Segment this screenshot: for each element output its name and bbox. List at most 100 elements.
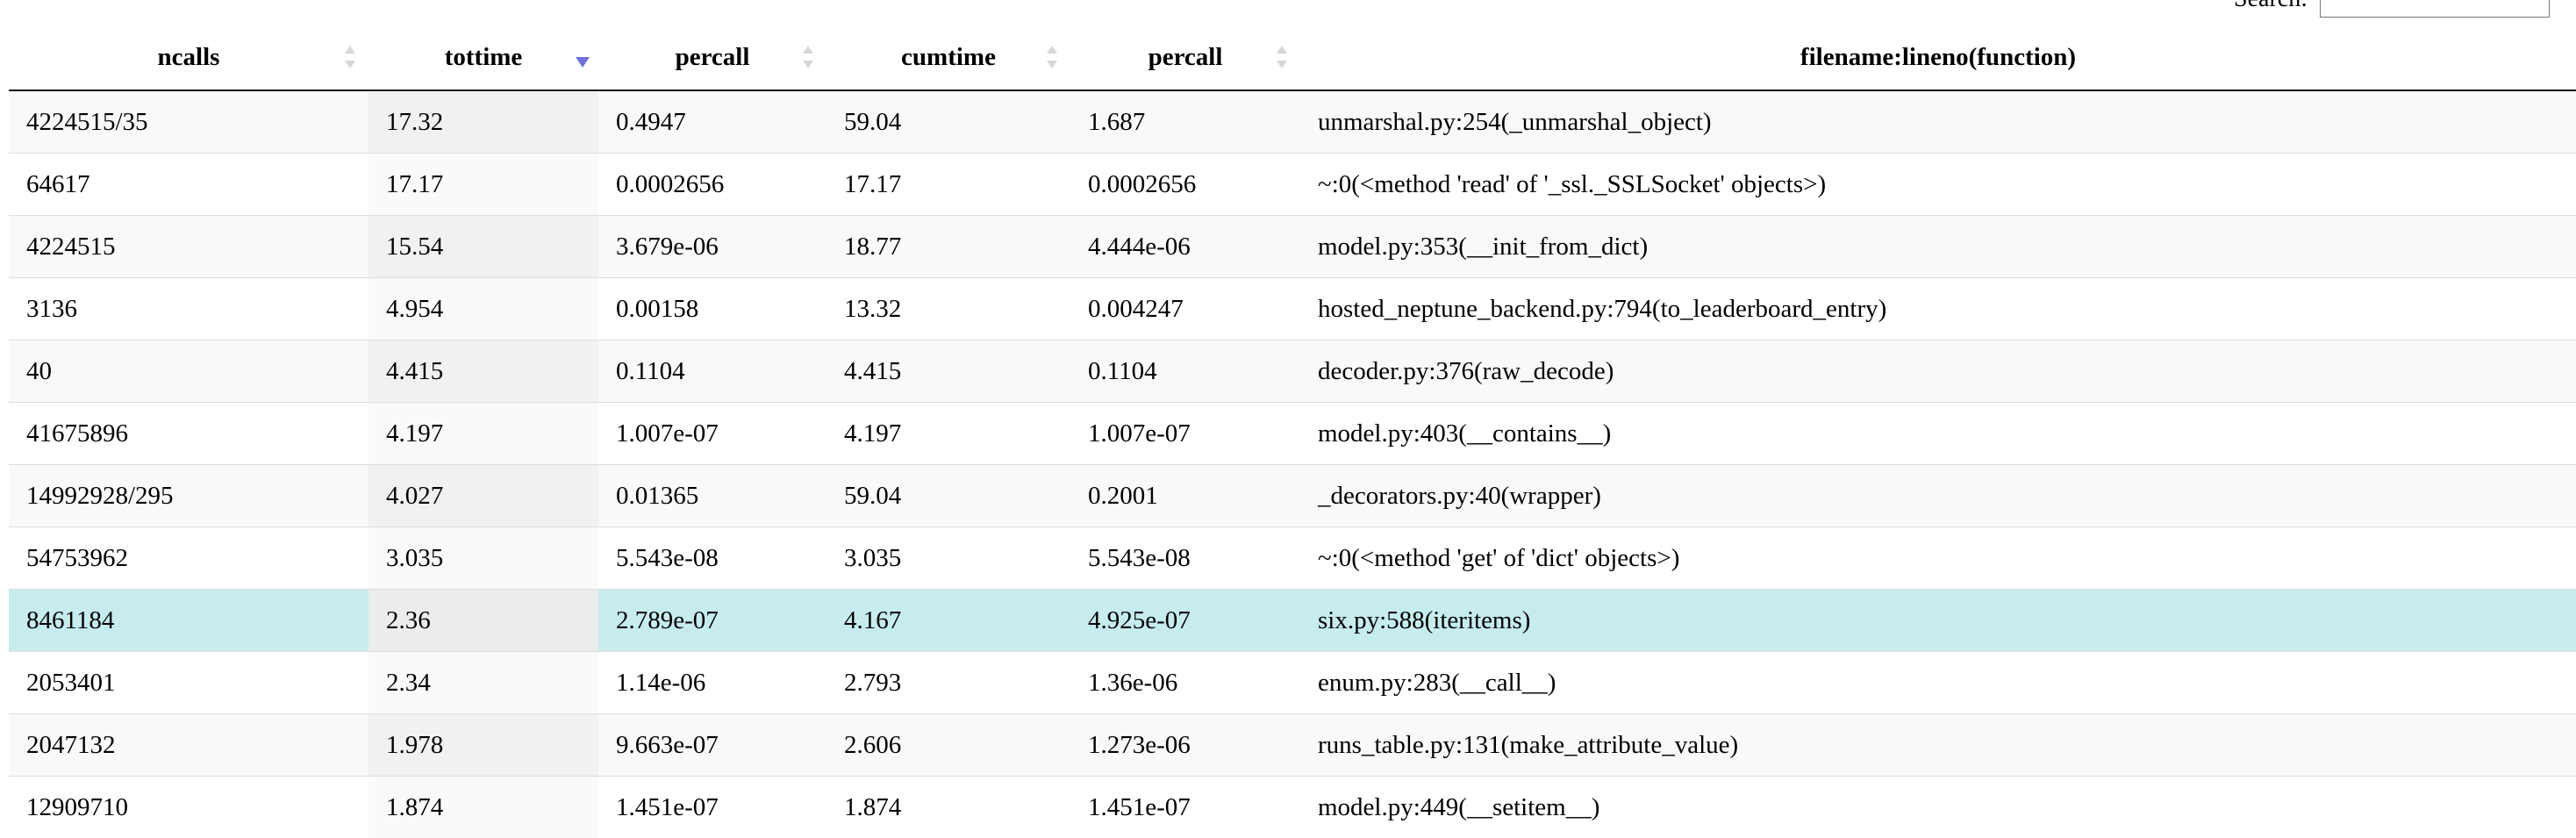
cell-function: model.py:449(__setitem__) <box>1300 777 2576 838</box>
cell-percall-cumulative: 4.925e-07 <box>1070 590 1300 652</box>
cell-cumtime: 59.04 <box>826 465 1070 527</box>
profile-table-container: ncalls tottime percall cumtime percall <box>9 25 2576 838</box>
cell-percall: 0.1104 <box>598 340 826 403</box>
cell-percall: 9.663e-07 <box>598 714 826 777</box>
cell-ncalls: 8461184 <box>9 590 369 652</box>
cell-function: model.py:403(__contains__) <box>1300 403 2576 465</box>
cell-tottime: 1.978 <box>369 714 598 777</box>
cell-tottime: 17.32 <box>369 90 598 154</box>
table-row[interactable]: 20534012.341.14e-062.7931.36e-06enum.py:… <box>9 652 2576 714</box>
cell-tottime: 15.54 <box>369 216 598 278</box>
cell-ncalls: 14992928/295 <box>9 465 369 527</box>
cell-function: runs_table.py:131(make_attribute_value) <box>1300 714 2576 777</box>
search-input[interactable] <box>2320 0 2550 18</box>
table-row-selected[interactable]: 84611842.362.789e-074.1674.925e-07six.py… <box>9 590 2576 652</box>
cell-function: unmarshal.py:254(_unmarshal_object) <box>1300 90 2576 154</box>
cell-tottime: 4.954 <box>369 278 598 340</box>
cell-cumtime: 3.035 <box>826 527 1070 590</box>
cell-percall-cumulative: 4.444e-06 <box>1070 216 1300 278</box>
column-header-ncalls[interactable]: ncalls <box>9 25 369 90</box>
cell-percall: 0.4947 <box>598 90 826 154</box>
cell-tottime: 3.035 <box>369 527 598 590</box>
table-row[interactable]: 416758964.1971.007e-074.1971.007e-07mode… <box>9 403 2576 465</box>
table-body: 4224515/3517.320.4947 59.04 1.687unmarshal… <box>9 90 2576 838</box>
sort-both-icon <box>344 44 356 70</box>
table-row[interactable]: 6461717.170.000265617.170.0002656~:0(<me… <box>9 154 2576 216</box>
cell-tottime: 4.027 <box>369 465 598 527</box>
cell-percall: 1.451e-07 <box>598 777 826 838</box>
column-header-label: tottime <box>445 43 523 71</box>
cell-percall-cumulative: 0.2001 <box>1070 465 1300 527</box>
cell-percall-cumulative: 0.004247 <box>1070 278 1300 340</box>
table-row[interactable]: 31364.9540.0015813.320.004247hosted_nept… <box>9 278 2576 340</box>
cell-cumtime: 2.793 <box>826 652 1070 714</box>
cell-percall: 0.0002656 <box>598 154 826 216</box>
cell-cumtime: 17.17 <box>826 154 1070 216</box>
column-header-label: percall <box>676 43 750 71</box>
sort-both-icon <box>802 44 814 70</box>
cell-percall-cumulative: 1.36e-06 <box>1070 652 1300 714</box>
search-bar: Search: <box>2234 0 2550 18</box>
table-row[interactable]: 404.4150.11044.4150.1104decoder.py:376(r… <box>9 340 2576 403</box>
table-row[interactable]: 14992928/2954.0270.0136559.040.2001_deco… <box>9 465 2576 527</box>
cell-ncalls: 12909710 <box>9 777 369 838</box>
cell-percall-cumulative: 1.687 <box>1070 90 1300 154</box>
cell-percall: 1.14e-06 <box>598 652 826 714</box>
column-header-percall-cumulative[interactable]: percall <box>1070 25 1300 90</box>
sort-both-icon <box>1046 44 1058 70</box>
sort-both-icon <box>1276 44 1288 70</box>
column-header-percall[interactable]: percall <box>598 25 826 90</box>
cell-function: model.py:353(__init_from_dict) <box>1300 216 2576 278</box>
cell-cumtime: 4.167 <box>826 590 1070 652</box>
cell-ncalls: 64617 <box>9 154 369 216</box>
cell-percall-cumulative: 1.451e-07 <box>1070 777 1300 838</box>
cell-percall-cumulative: 0.0002656 <box>1070 154 1300 216</box>
column-header-tottime[interactable]: tottime <box>369 25 598 90</box>
cell-cumtime: 4.415 <box>826 340 1070 403</box>
cell-ncalls: 40 <box>9 340 369 403</box>
header-row: ncalls tottime percall cumtime percall <box>9 25 2576 90</box>
cell-function: _decorators.py:40(wrapper) <box>1300 465 2576 527</box>
search-label: Search: <box>2234 0 2308 13</box>
cell-percall: 0.00158 <box>598 278 826 340</box>
table-row[interactable]: 20471321.9789.663e-072.6061.273e-06runs_… <box>9 714 2576 777</box>
cell-function: six.py:588(iteritems) <box>1300 590 2576 652</box>
column-header-label: percall <box>1148 43 1223 71</box>
table-row[interactable]: 547539623.0355.543e-083.0355.543e-08~:0(… <box>9 527 2576 590</box>
column-header-filename[interactable]: filename:lineno(function) <box>1300 25 2576 90</box>
table-row[interactable]: 422451515.543.679e-0618.774.444e-06model… <box>9 216 2576 278</box>
cell-cumtime: 13.32 <box>826 278 1070 340</box>
cell-tottime: 2.36 <box>369 590 598 652</box>
table-header: ncalls tottime percall cumtime percall <box>9 25 2576 90</box>
sort-descending-icon <box>576 57 590 68</box>
column-header-label: filename:lineno(function) <box>1800 43 2076 71</box>
cell-ncalls: 2053401 <box>9 652 369 714</box>
cell-tottime: 1.874 <box>369 777 598 838</box>
cell-percall-cumulative: 5.543e-08 <box>1070 527 1300 590</box>
column-header-label: ncalls <box>158 43 220 71</box>
cell-tottime: 4.415 <box>369 340 598 403</box>
cell-percall: 1.007e-07 <box>598 403 826 465</box>
cell-cumtime: 18.77 <box>826 216 1070 278</box>
cell-percall: 5.543e-08 <box>598 527 826 590</box>
profile-stats-table: ncalls tottime percall cumtime percall <box>9 25 2576 838</box>
column-header-label: cumtime <box>901 43 996 71</box>
cell-tottime: 4.197 <box>369 403 598 465</box>
table-row[interactable]: 4224515/3517.320.494759.041.687unmarshal… <box>9 90 2576 154</box>
cell-function: enum.py:283(__call__) <box>1300 652 2576 714</box>
cell-cumtime: 4.197 <box>826 403 1070 465</box>
cell-percall: 0.01365 <box>598 465 826 527</box>
cell-percall: 3.679e-06 <box>598 216 826 278</box>
cell-percall-cumulative: 1.007e-07 <box>1070 403 1300 465</box>
table-row[interactable]: 129097101.8741.451e-071.8741.451e-07mode… <box>9 777 2576 838</box>
cell-function: hosted_neptune_backend.py:794(to_leaderb… <box>1300 278 2576 340</box>
cell-cumtime: 2.606 <box>826 714 1070 777</box>
column-header-cumtime[interactable]: cumtime <box>826 25 1070 90</box>
cell-ncalls: 4224515/35 <box>9 90 369 154</box>
cell-function: ~:0(<method 'read' of '_ssl._SSLSocket' … <box>1300 154 2576 216</box>
cell-percall: 2.789e-07 <box>598 590 826 652</box>
cell-ncalls: 2047132 <box>9 714 369 777</box>
cell-cumtime: 1.874 <box>826 777 1070 838</box>
cell-function: ~:0(<method 'get' of 'dict' objects>) <box>1300 527 2576 590</box>
cell-function: decoder.py:376(raw_decode) <box>1300 340 2576 403</box>
